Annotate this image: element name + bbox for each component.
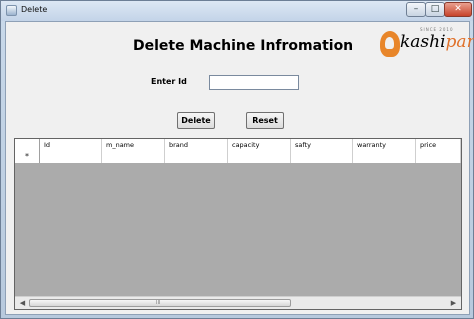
column-header-id[interactable]: Id xyxy=(40,139,102,151)
app-icon xyxy=(6,5,17,16)
table-cell[interactable] xyxy=(416,151,461,163)
logo-text-accent: para xyxy=(445,32,474,52)
window-title: Delete xyxy=(21,5,48,14)
column-header-brand[interactable]: brand xyxy=(165,139,228,151)
page-title: Delete Machine Infromation xyxy=(133,38,354,54)
lion-logo-icon xyxy=(380,31,400,57)
id-input[interactable] xyxy=(209,75,299,90)
column-header-capacity[interactable]: capacity xyxy=(228,139,291,151)
maximize-button[interactable]: □ xyxy=(425,2,445,17)
horizontal-scrollbar[interactable]: ◀ III ▶ xyxy=(15,296,461,309)
machine-data-grid[interactable]: Id m_name brand capacity safty warranty … xyxy=(14,138,462,310)
column-header-price[interactable]: price xyxy=(416,139,461,151)
title-bar[interactable]: Delete – □ ✕ xyxy=(1,1,473,21)
table-cell[interactable] xyxy=(353,151,416,163)
close-button[interactable]: ✕ xyxy=(444,2,472,17)
minimize-button[interactable]: – xyxy=(406,2,426,17)
row-header-corner[interactable] xyxy=(15,139,40,151)
reset-button[interactable]: Reset xyxy=(246,112,284,129)
scroll-right-arrow-icon[interactable]: ▶ xyxy=(447,297,460,309)
kashipara-logo: SINCE 2010 kashipara xyxy=(380,26,474,64)
application-window: Delete – □ ✕ Delete Machine Infromation … xyxy=(0,0,474,319)
column-header-m-name[interactable]: m_name xyxy=(102,139,165,151)
table-cell[interactable] xyxy=(102,151,165,163)
form-client-area: Delete Machine Infromation SINCE 2010 ka… xyxy=(5,21,474,315)
delete-button[interactable]: Delete xyxy=(177,112,215,129)
logo-wordmark: kashipara xyxy=(400,32,474,52)
scroll-left-arrow-icon[interactable]: ◀ xyxy=(16,297,29,309)
table-cell[interactable] xyxy=(228,151,291,163)
logo-text-main: kashi xyxy=(400,32,446,52)
column-header-warranty[interactable]: warranty xyxy=(353,139,416,151)
table-cell[interactable] xyxy=(291,151,353,163)
table-row[interactable]: * xyxy=(15,151,461,163)
scroll-grip: III xyxy=(156,300,161,306)
scroll-thumb[interactable]: III xyxy=(29,299,291,307)
new-row-marker: * xyxy=(15,151,40,163)
grid-header-row: Id m_name brand capacity safty warranty … xyxy=(15,139,461,151)
table-cell[interactable] xyxy=(165,151,228,163)
column-header-safty[interactable]: safty xyxy=(291,139,353,151)
enter-id-label: Enter Id xyxy=(151,77,187,86)
table-cell[interactable] xyxy=(40,151,102,163)
